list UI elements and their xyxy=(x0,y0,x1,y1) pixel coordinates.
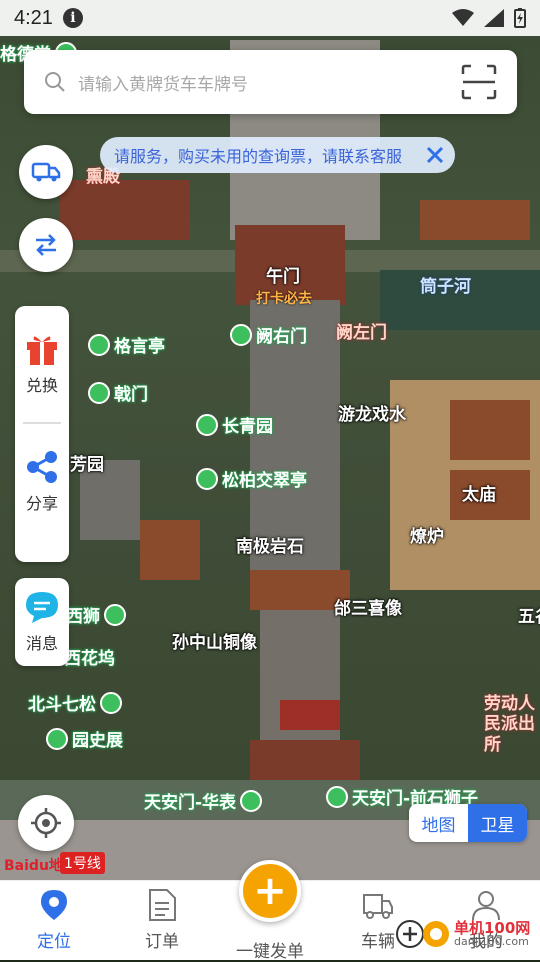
message-label: 消息 xyxy=(25,634,58,653)
poi-wuge[interactable]: 五谷 xyxy=(518,602,540,627)
watermark-site: 单机100网 xyxy=(454,918,531,937)
poi-xishi[interactable]: 西狮 xyxy=(66,602,126,627)
poi-tiananmen-huabiao[interactable]: 天安门-华表 xyxy=(144,788,263,813)
poi-songbai[interactable]: 松柏交翠亭 xyxy=(196,466,307,491)
poi-nanji[interactable]: 南极岩石 xyxy=(236,532,304,557)
map-type-toggle[interactable]: 地图 卫星 xyxy=(409,804,527,842)
truck-button[interactable] xyxy=(19,145,73,199)
locate-button[interactable] xyxy=(18,795,74,851)
search-input[interactable]: 请输入黄牌货车车牌号 xyxy=(78,70,461,95)
watermark-url: danji100.com xyxy=(454,935,529,949)
tab-publish-label: 一键发单 xyxy=(236,942,304,962)
poi-youlongxishui[interactable]: 游龙戏水 xyxy=(338,400,406,425)
battery-icon xyxy=(514,8,526,28)
status-time: 4:21 xyxy=(14,6,53,29)
vehicle-icon xyxy=(363,894,393,919)
wifi-icon xyxy=(452,9,474,26)
notice-text: 请服务，购买未用的查询票，请联系客服 xyxy=(114,147,403,166)
exchange-label: 兑换 xyxy=(25,376,58,395)
share-label: 分享 xyxy=(25,494,58,513)
poi-huahuawu[interactable]: 西花坞 xyxy=(64,644,115,669)
satellite-map[interactable]: 午门 打卡必去 格言亭 阙右门 阙左门 戟门 长青园 游龙戏水 芳园 松柏交翠亭… xyxy=(0,0,540,880)
divider xyxy=(23,422,61,424)
satellite-tab[interactable]: 卫星 xyxy=(468,804,527,842)
watermark-logo-icon xyxy=(396,920,449,948)
notice-banner: 请服务，购买未用的查询票，请联系客服 xyxy=(100,137,455,173)
poi-queyoumen[interactable]: 阙右门 xyxy=(230,322,307,347)
document-icon xyxy=(149,889,176,921)
location-pin-icon xyxy=(41,890,67,920)
scan-icon[interactable] xyxy=(461,64,497,100)
poi-changqingyuan[interactable]: 长青园 xyxy=(196,412,273,437)
tab-locate[interactable]: 定位 xyxy=(0,881,108,960)
poi-quezuomen[interactable]: 阙左门 xyxy=(336,318,387,343)
chat-icon xyxy=(26,592,58,623)
status-bar: 4:21 i xyxy=(0,0,540,36)
swap-icon xyxy=(36,234,56,256)
crosshair-icon xyxy=(31,808,61,838)
publish-button[interactable]: + xyxy=(239,860,301,922)
poi-taimiao[interactable]: 太庙 xyxy=(462,480,496,505)
share-icon xyxy=(27,451,57,483)
side-panel: 兑换 分享 xyxy=(15,306,69,562)
poi-wumen[interactable]: 午门 xyxy=(266,262,300,287)
truck-icon xyxy=(31,162,61,182)
watermark: 单机100网 danji100.com xyxy=(396,914,530,954)
plus-icon: + xyxy=(253,868,287,914)
tab-vehicle-label: 车辆 xyxy=(361,932,395,952)
signal-icon xyxy=(484,9,504,27)
info-icon: i xyxy=(62,8,83,28)
poi-beidou[interactable]: 北斗七松 xyxy=(28,690,122,715)
tab-orders[interactable]: 订单 xyxy=(108,881,216,960)
share-button[interactable]: 分享 xyxy=(25,450,59,514)
poi-sunzhongshan[interactable]: 孙中山铜像 xyxy=(172,628,257,653)
poi-zaimen[interactable]: 戟门 xyxy=(88,380,148,405)
poi-laodong[interactable]: 劳动人民派出所 xyxy=(484,694,540,755)
poi-daka[interactable]: 打卡必去 xyxy=(256,288,312,308)
poi-geyanting[interactable]: 格言亭 xyxy=(88,332,165,357)
gift-icon xyxy=(27,336,57,365)
exchange-button[interactable]: 兑换 xyxy=(24,332,60,396)
poi-fangyuan[interactable]: 芳园 xyxy=(70,450,104,475)
poi-liaolu[interactable]: 燎炉 xyxy=(410,522,444,547)
close-icon[interactable] xyxy=(425,145,445,165)
poi-yuanshizhan[interactable]: 园史展 xyxy=(46,726,123,751)
tab-orders-label: 订单 xyxy=(145,932,179,952)
route-button[interactable] xyxy=(19,218,73,272)
map-tab[interactable]: 地图 xyxy=(409,804,468,842)
search-bar[interactable]: 请输入黄牌货车车牌号 xyxy=(24,50,517,114)
message-button[interactable]: 消息 xyxy=(15,578,69,666)
metro-line-label: 1号线 xyxy=(60,852,105,874)
search-icon xyxy=(45,72,65,92)
poi-bushan[interactable]: 邰三喜像 xyxy=(334,594,402,619)
poi-tongzihe[interactable]: 筒子河 xyxy=(420,272,471,297)
tab-locate-label: 定位 xyxy=(37,932,71,952)
